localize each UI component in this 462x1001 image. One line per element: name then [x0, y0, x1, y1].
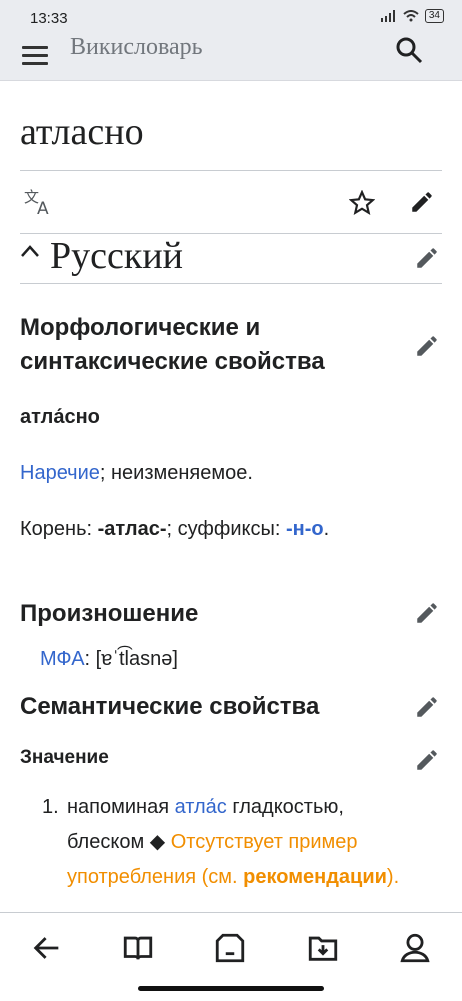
divider [20, 283, 442, 284]
edit-icon[interactable] [414, 245, 440, 271]
status-icons: 34 [380, 9, 444, 23]
ipa-link[interactable]: МФА [40, 648, 85, 670]
root-line: Корень: -атлас-; суффиксы: -н-о. [20, 518, 329, 541]
chevron-up-icon[interactable] [20, 244, 40, 258]
headword: атла́сно [20, 406, 100, 428]
pos-link[interactable]: Наречие [20, 462, 100, 484]
top-app-bar: Викисловарь [0, 32, 462, 81]
home-indicator [138, 986, 324, 991]
edit-icon[interactable] [414, 694, 440, 720]
root-value: -атлас- [97, 518, 167, 540]
language-icon[interactable]: 文 A [24, 188, 54, 216]
meaning-item: 1. напоминая атла́с гладкостью, блеском … [42, 790, 432, 895]
book-icon[interactable] [121, 931, 155, 965]
recommendations-link[interactable]: рекомендации [243, 866, 387, 888]
heading-semantic: Семантические свойства [20, 693, 320, 720]
edit-icon[interactable] [414, 747, 440, 773]
heading-line: синтаксические свойства [20, 348, 325, 375]
edit-icon[interactable] [414, 333, 440, 359]
wifi-icon [403, 10, 419, 22]
meaning-number: 1. [42, 796, 59, 818]
root-end: . [323, 518, 330, 540]
back-arrow-icon[interactable] [30, 931, 64, 965]
heading-line: Морфологические и [20, 314, 261, 341]
missing-example: употребления (см. [67, 866, 244, 888]
edit-icon[interactable] [414, 600, 440, 626]
divider [20, 170, 442, 171]
battery-icon: 34 [424, 9, 444, 23]
user-icon[interactable] [398, 931, 432, 965]
signal-icon [380, 10, 395, 22]
tabs-icon[interactable] [213, 931, 247, 965]
missing-example: ). [386, 866, 400, 888]
pos-line: Наречие; неизменяемое. [20, 462, 253, 485]
suffix-link[interactable]: -н-о [286, 518, 324, 540]
section-heading-russian[interactable]: Русский [50, 234, 183, 278]
status-bar: 13:33 34 [0, 0, 462, 32]
status-time: 13:33 [30, 10, 68, 27]
pos-text: ; неизменяемое. [99, 462, 253, 484]
heading-morphology: Морфологические и синтаксические свойств… [20, 311, 325, 379]
meaning-text: напоминая [67, 796, 175, 818]
site-title[interactable]: Викисловарь [70, 34, 203, 61]
download-icon[interactable] [306, 931, 340, 965]
root-label: Корень: [20, 518, 98, 540]
suffix-label: ; суффиксы: [166, 518, 286, 540]
heading-pronunciation: Произношение [20, 600, 199, 627]
meaning-text: гладкостью, [226, 796, 344, 818]
star-icon[interactable] [349, 190, 375, 216]
menu-icon[interactable] [22, 46, 48, 66]
ipa-line: МФА: [ɐˈt͡lasnə] [40, 648, 178, 671]
heading-meaning: Значение [20, 747, 109, 768]
meaning-link[interactable]: атла́с [175, 796, 227, 818]
ipa-value: : [ɐˈt͡lasnə] [84, 648, 178, 670]
search-icon[interactable] [394, 35, 424, 65]
edit-icon[interactable] [409, 189, 435, 215]
meaning-text: блеском ◆ [67, 831, 171, 853]
missing-example: Отсутствует пример [170, 831, 358, 853]
svg-text:A: A [37, 199, 49, 216]
page-title: атласно [20, 111, 144, 153]
